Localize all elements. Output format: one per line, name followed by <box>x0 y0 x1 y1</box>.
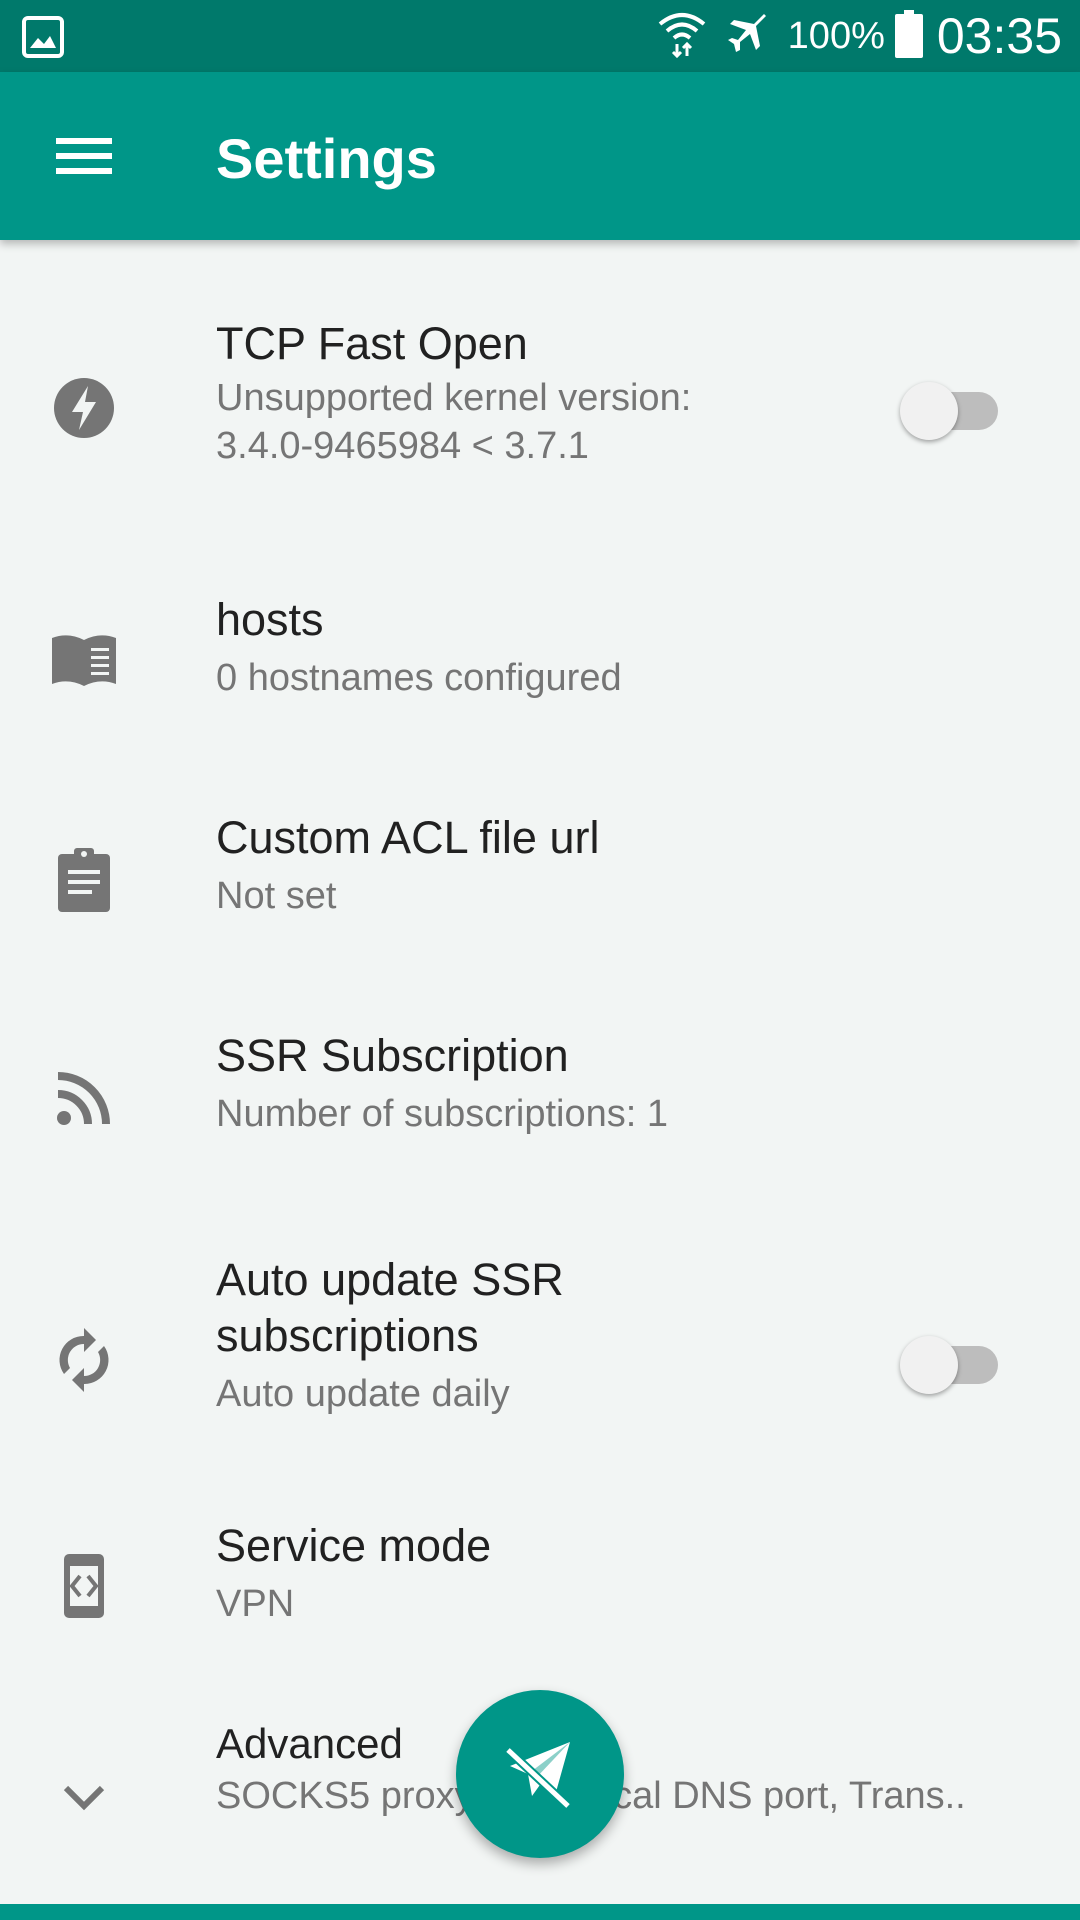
setting-title: Auto update SSR <box>216 1254 564 1305</box>
setting-title: TCP Fast Open <box>216 318 528 369</box>
setting-summary: 3.4.0-9465984 < 3.7.1 <box>216 425 589 467</box>
book-icon <box>50 626 118 694</box>
wifi-icon <box>656 10 708 63</box>
sync-icon <box>50 1326 118 1394</box>
setting-summary: Auto update daily <box>216 1373 510 1415</box>
battery-icon <box>894 9 923 63</box>
setting-custom-acl[interactable]: Custom ACL file url Not set <box>0 794 1080 964</box>
setting-ssr-subscription[interactable]: SSR Subscription Number of subscriptions… <box>0 1012 1080 1182</box>
setting-summary: Unsupported kernel version: <box>216 377 692 419</box>
clipboard-icon <box>50 846 118 914</box>
airplane-icon <box>726 12 770 61</box>
rss-icon <box>50 1064 118 1132</box>
bottom-bar <box>0 1904 1080 1920</box>
setting-auto-update[interactable]: Auto update SSR subscriptions Auto updat… <box>0 1230 1080 1450</box>
setting-hosts[interactable]: hosts 0 hostnames configured <box>0 576 1080 746</box>
setting-service-mode[interactable]: Service mode VPN <box>0 1502 1080 1672</box>
tcp-fast-open-toggle[interactable] <box>900 374 1000 440</box>
status-bar: 100% 03:35 <box>0 0 1080 72</box>
setting-summary: 0 hostnames configured <box>216 657 622 699</box>
page-title: Settings <box>216 127 437 190</box>
setting-title: SSR Subscription <box>216 1030 569 1081</box>
chevron-down-icon <box>50 1764 118 1832</box>
connect-fab[interactable] <box>456 1690 624 1858</box>
auto-update-toggle[interactable] <box>900 1328 1000 1394</box>
battery-percent: 100% <box>787 14 885 57</box>
setting-summary: VPN <box>216 1583 295 1625</box>
app-bar: Settings <box>0 72 1080 240</box>
phone-code-icon <box>50 1552 118 1620</box>
setting-tcp-fast-open[interactable]: TCP Fast Open Unsupported kernel version… <box>0 288 1080 508</box>
menu-icon[interactable] <box>56 134 112 178</box>
setting-title: subscriptions <box>216 1310 479 1361</box>
setting-summary: Number of subscriptions: 1 <box>216 1093 668 1135</box>
setting-title: hosts <box>216 594 324 645</box>
setting-summary: Not set <box>216 875 337 917</box>
toggle-thumb <box>900 1336 958 1394</box>
setting-title: Advanced <box>216 1720 403 1767</box>
toggle-thumb <box>900 382 958 440</box>
setting-title: Custom ACL file url <box>216 812 600 863</box>
airplane-off-icon <box>504 1742 572 1810</box>
clock: 03:35 <box>936 8 1062 64</box>
flash-icon <box>50 374 118 442</box>
setting-title: Service mode <box>216 1520 492 1571</box>
image-icon <box>22 16 64 58</box>
